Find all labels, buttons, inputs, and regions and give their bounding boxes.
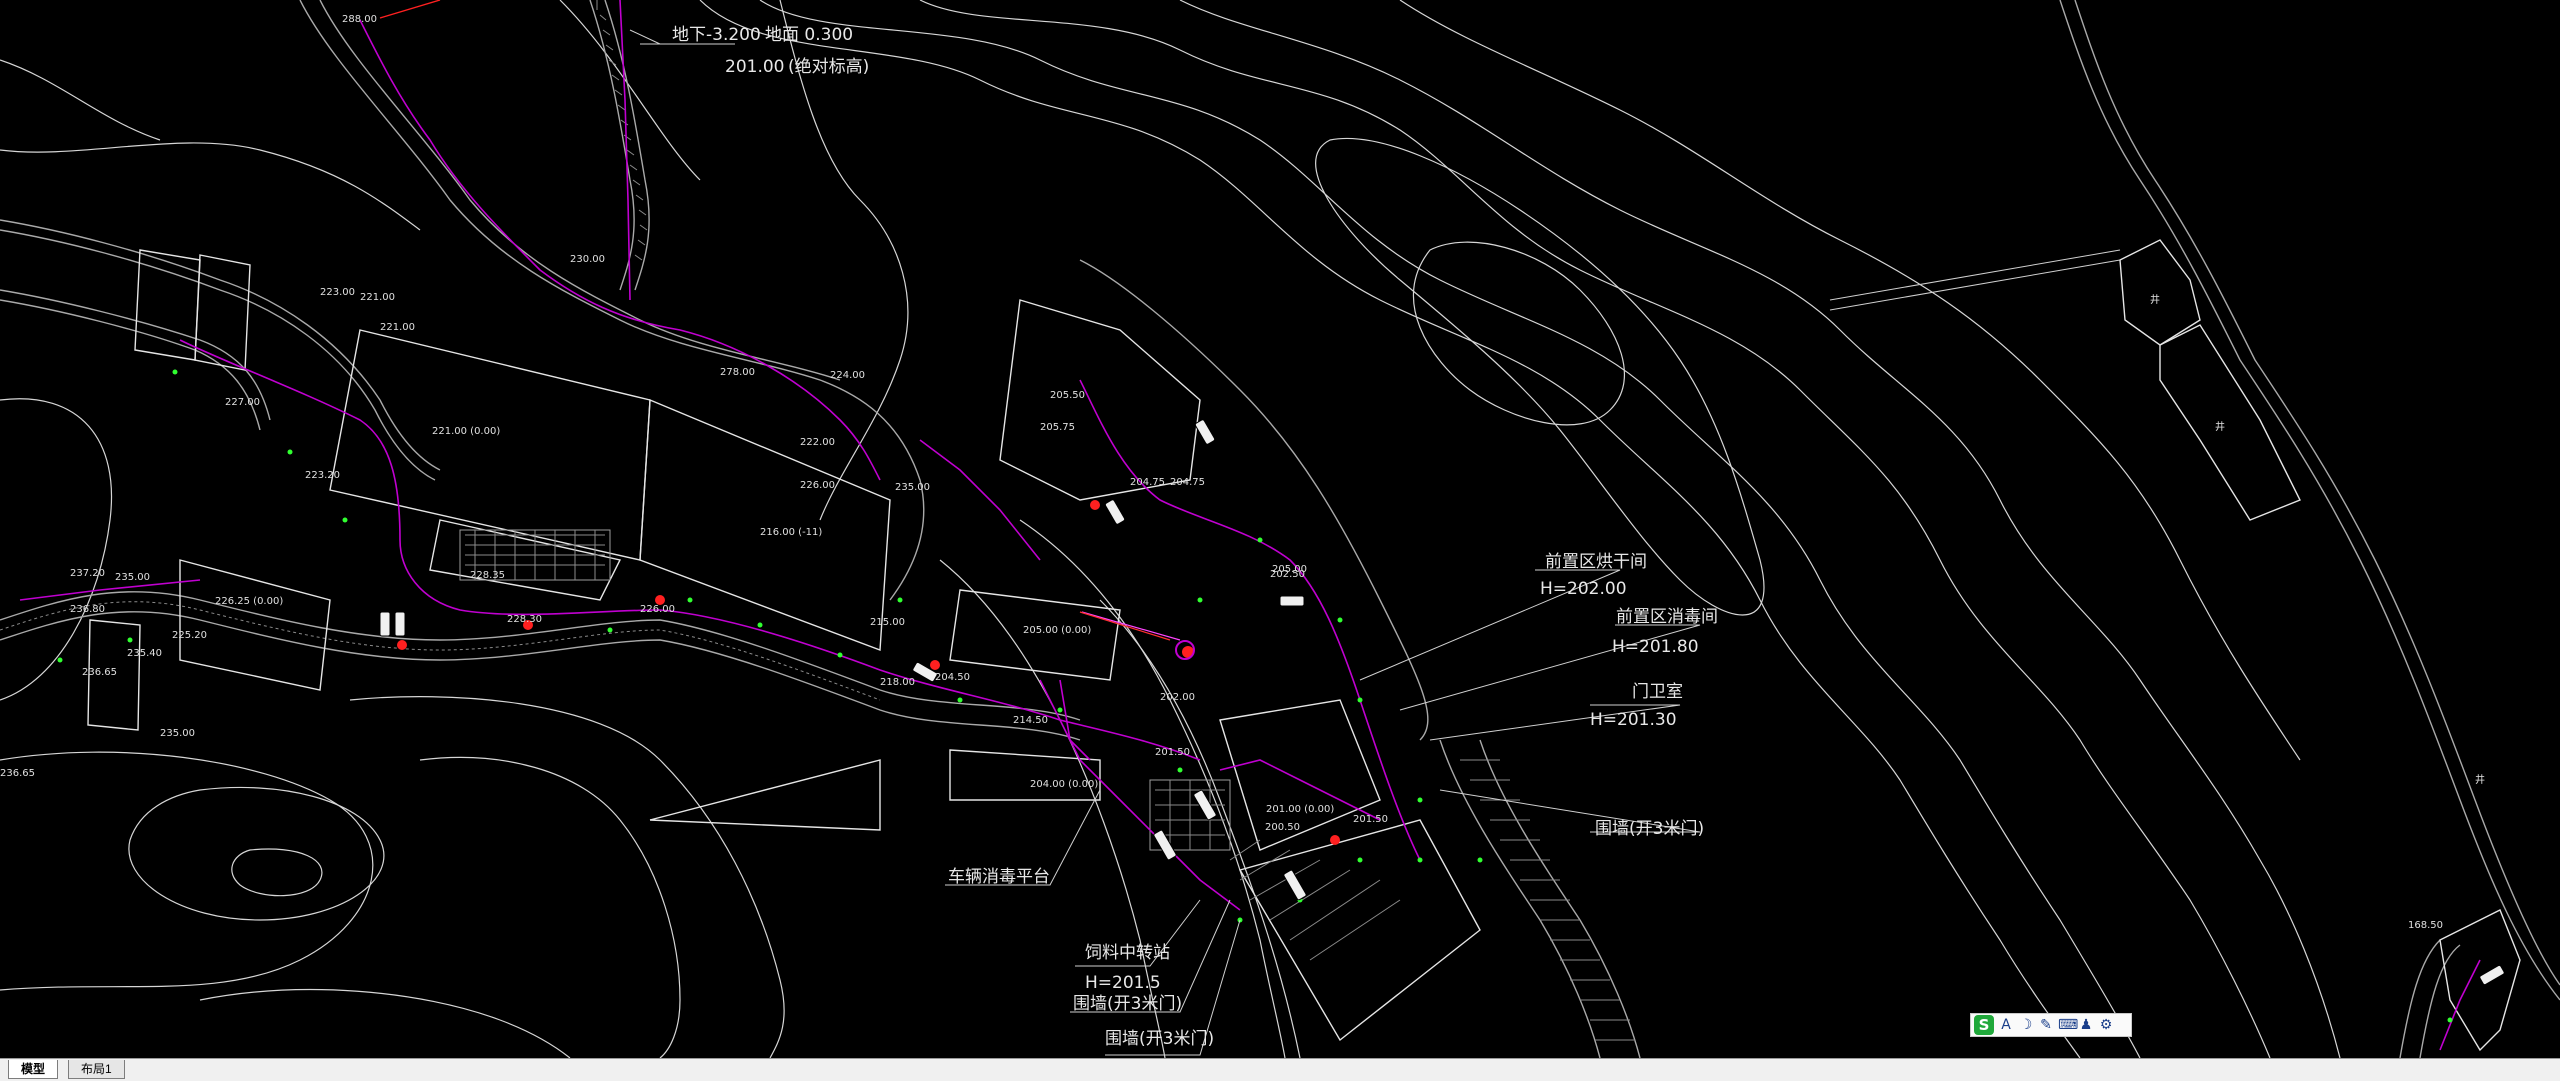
label-disinfect-h: H=201.80 [1612, 637, 1699, 657]
svg-text:216.00 (-11): 216.00 (-11) [760, 527, 822, 538]
ime-logo-icon[interactable]: S [1974, 1015, 1994, 1035]
tab-layout1[interactable]: 布局1 [68, 1060, 125, 1079]
tab-model[interactable]: 模型 [8, 1060, 59, 1079]
svg-text:236.65: 236.65 [0, 768, 35, 779]
ime-moon-icon[interactable]: ☽ [2018, 1015, 2034, 1035]
svg-text:204.50: 204.50 [935, 672, 970, 683]
svg-text:205.50: 205.50 [1050, 390, 1085, 401]
svg-text:221.00: 221.00 [380, 322, 415, 333]
svg-text:235.00: 235.00 [895, 482, 930, 493]
svg-text:223.00: 223.00 [320, 287, 355, 298]
svg-text:201.50: 201.50 [1155, 747, 1190, 758]
svg-text:235.00: 235.00 [160, 728, 195, 739]
svg-text:202.00: 202.00 [1160, 692, 1195, 703]
text-labels: 地下-3.200 地面 0.300 201.00 (绝对标高) 前置区烘干间 H… [672, 25, 1718, 1049]
white-vehicles [379, 419, 2505, 986]
svg-text:201.50: 201.50 [1353, 814, 1388, 825]
svg-text:221.00: 221.00 [360, 292, 395, 303]
label-dryer-room: 前置区烘干间 [1545, 552, 1647, 572]
svg-text:235.40: 235.40 [127, 648, 162, 659]
ime-user-icon[interactable]: ♟ [2078, 1015, 2094, 1035]
ime-settings-icon[interactable]: ⚙ [2098, 1015, 2114, 1035]
svg-text:215.00: 215.00 [870, 617, 905, 628]
ime-mode-icon[interactable]: A [1998, 1015, 2014, 1035]
label-wall-gate-2: 围墙(开3米门) [1073, 994, 1182, 1014]
svg-text:205.75: 205.75 [1040, 422, 1075, 433]
contour-lines [0, 0, 2341, 1058]
svg-text:228.35: 228.35 [470, 570, 505, 581]
label-feed-h: H=201.5 [1085, 973, 1161, 993]
svg-text:204.75: 204.75 [1170, 477, 1205, 488]
svg-text:225.20: 225.20 [172, 630, 207, 641]
svg-text:288.00: 288.00 [342, 14, 377, 25]
ime-toolbar[interactable]: S A ☽ ✎ ⌨ ♟ ⚙ [1970, 1013, 2132, 1037]
svg-text:222.00: 222.00 [800, 437, 835, 448]
river-banks: 井 井 井 [1829, 0, 2560, 1001]
svg-text:井: 井 [2215, 420, 2225, 433]
svg-text:278.00: 278.00 [720, 367, 755, 378]
label-guard-room: 门卫室 [1632, 682, 1683, 702]
svg-text:223.20: 223.20 [305, 470, 340, 481]
svg-text:228.30: 228.30 [507, 614, 542, 625]
svg-text:井: 井 [2150, 293, 2160, 306]
svg-text:226.25 (0.00): 226.25 (0.00) [215, 596, 283, 607]
site-plan-drawing: 井 井 井 288.00 278.00 221.00 222.00 227.00… [0, 0, 2560, 1058]
label-wall-gate-1: 围墙(开3米门) [1595, 819, 1704, 839]
ime-pen-icon[interactable]: ✎ [2038, 1015, 2054, 1035]
svg-text:214.50: 214.50 [1013, 715, 1048, 726]
svg-text:230.00: 230.00 [570, 254, 605, 265]
label-guard-h: H=201.30 [1590, 710, 1677, 730]
svg-text:226.00: 226.00 [800, 480, 835, 491]
svg-text:204.00 (0.00): 204.00 (0.00) [1030, 779, 1098, 790]
elevation-annotations: 288.00 278.00 221.00 222.00 227.00 230.0… [0, 14, 2443, 931]
svg-text:202.50: 202.50 [1270, 569, 1305, 580]
svg-text:236.65: 236.65 [82, 667, 117, 678]
label-absolute-elev: 201.00 [725, 57, 784, 77]
svg-text:236.80: 236.80 [70, 604, 105, 615]
label-wall-gate-3: 围墙(开3米门) [1105, 1029, 1214, 1049]
svg-text:224.00: 224.00 [830, 370, 865, 381]
pipelines [19, 0, 2481, 1051]
buildings [87, 249, 2521, 1052]
label-feed-station: 饲料中转站 [1085, 943, 1170, 963]
label-vehicle-platform: 车辆消毒平台 [948, 867, 1050, 887]
cad-drawing-canvas[interactable]: 井 井 井 288.00 278.00 221.00 222.00 227.00… [0, 0, 2560, 1058]
layout-tab-bar: 模型 布局1 [0, 1058, 2560, 1081]
svg-text:237.20: 237.20 [70, 568, 105, 579]
label-dryer-h: H=202.00 [1540, 579, 1627, 599]
svg-text:204.75: 204.75 [1130, 477, 1165, 488]
label-ground: 地面 0.300 [765, 25, 853, 45]
svg-text:205.00 (0.00): 205.00 (0.00) [1023, 625, 1091, 636]
svg-text:201.00 (0.00): 201.00 (0.00) [1266, 804, 1334, 815]
leader-lines [629, 29, 1701, 1056]
svg-text:218.00: 218.00 [880, 677, 915, 688]
svg-text:168.50: 168.50 [2408, 920, 2443, 931]
svg-text:200.50: 200.50 [1265, 822, 1300, 833]
svg-text:227.00: 227.00 [225, 397, 260, 408]
label-underground: 地下-3.200 [672, 25, 761, 45]
svg-text:井: 井 [2475, 773, 2485, 786]
label-disinfect-room: 前置区消毒间 [1616, 607, 1718, 627]
ime-keyboard-icon[interactable]: ⌨ [2058, 1015, 2078, 1035]
label-absolute-note: (绝对标高) [788, 57, 869, 77]
svg-text:235.00: 235.00 [115, 572, 150, 583]
svg-text:226.00: 226.00 [640, 604, 675, 615]
svg-text:221.00 (0.00): 221.00 (0.00) [432, 426, 500, 437]
